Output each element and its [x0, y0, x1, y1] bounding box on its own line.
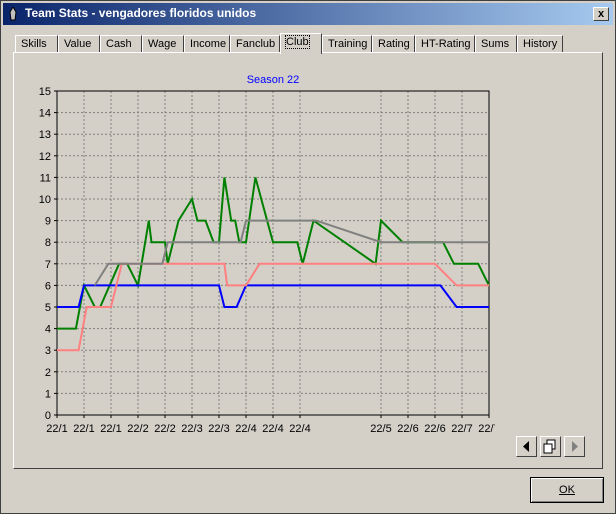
x-axis-label: Season/Week: [239, 436, 308, 437]
tab-label: Fanclub: [236, 38, 276, 50]
x-tick-label: 22/6: [424, 423, 445, 435]
app-icon: [9, 7, 17, 21]
tab-sums[interactable]: Sums: [475, 35, 517, 53]
y-tick-label: 15: [39, 86, 51, 98]
y-tick-label: 9: [45, 216, 51, 228]
x-tick-label: 22/3: [181, 423, 202, 435]
tab-skills[interactable]: Skills: [15, 35, 58, 53]
tab-training[interactable]: Training: [322, 35, 372, 53]
tab-wage[interactable]: Wage: [142, 35, 184, 53]
tab-rating[interactable]: Rating: [372, 35, 415, 53]
title-bar: Team Stats - vengadores floridos unidos …: [3, 3, 613, 25]
x-tick-label: 22/7: [478, 423, 495, 435]
y-tick-label: 1: [45, 388, 51, 400]
tab-income[interactable]: Income: [184, 35, 230, 53]
tab-label: HT-Rating: [421, 38, 471, 50]
x-tick-label: 22/3: [208, 423, 229, 435]
tab-value[interactable]: Value: [58, 35, 100, 53]
tab-label: Club: [285, 35, 310, 49]
y-tick-label: 6: [45, 280, 51, 292]
y-tick-label: 10: [39, 194, 51, 206]
y-tick-label: 8: [45, 237, 51, 249]
y-tick-label: 0: [45, 410, 51, 422]
chart-title: Season 22: [247, 74, 300, 86]
window-title: Team Stats - vengadores floridos unidos: [25, 6, 257, 20]
x-tick-label: 22/2: [154, 423, 175, 435]
copy-icon: [543, 439, 556, 454]
x-tick-label: 22/1: [100, 423, 121, 435]
x-tick-label: 22/4: [262, 423, 283, 435]
y-tick-label: 14: [39, 108, 51, 120]
tab-fanclub[interactable]: Fanclub: [230, 35, 280, 53]
tab-label: Skills: [21, 38, 47, 50]
previous-button[interactable]: [516, 436, 537, 457]
tab-label: Cash: [106, 38, 132, 50]
ok-label: OK: [559, 484, 575, 496]
tab-club[interactable]: Club: [280, 33, 322, 54]
copy-button[interactable]: [540, 436, 561, 457]
tab-label: Value: [64, 38, 92, 50]
team-stats-window: Team Stats - vengadores floridos unidos …: [0, 0, 616, 514]
x-tick-label: 22/4: [289, 423, 310, 435]
next-button[interactable]: [564, 436, 585, 457]
arrow-left-icon: [523, 441, 529, 452]
tab-cash[interactable]: Cash: [100, 35, 142, 53]
y-tick-label: 2: [45, 367, 51, 379]
y-tick-label: 11: [40, 172, 51, 184]
ok-button[interactable]: OK: [530, 477, 604, 503]
x-tick-label: 22/7: [451, 423, 472, 435]
x-tick-label: 22/1: [73, 423, 94, 435]
y-tick-label: 13: [39, 129, 51, 141]
club-chart: 012345678910111213141522/1 22/1 22/1 22/2 22…: [39, 74, 495, 437]
x-tick-label: 22/4: [235, 423, 256, 435]
x-tick-label: 22/1: [46, 423, 67, 435]
x-tick-label: 22/6: [397, 423, 418, 435]
tab-bar: Skills Value Cash Wage Income Fanclub Club Trai…: [15, 33, 595, 54]
x-tick-label: 22/5: [370, 423, 391, 435]
y-tick-label: 12: [39, 151, 51, 163]
tab-label: Sums: [481, 38, 510, 50]
tab-label: Training: [328, 38, 368, 50]
tab-label: Rating: [378, 38, 410, 50]
tab-ht-rating[interactable]: HT-Rating: [415, 35, 475, 53]
close-button[interactable]: x: [593, 7, 609, 21]
y-tick-label: 5: [45, 302, 51, 314]
tab-label: Income: [190, 38, 227, 50]
tab-label: History: [523, 38, 558, 50]
y-tick-label: 4: [45, 324, 51, 336]
y-tick-label: 3: [45, 345, 51, 357]
tab-label: Wage: [148, 38, 177, 50]
y-tick-label: 7: [45, 259, 51, 271]
tab-history[interactable]: History: [517, 35, 563, 53]
x-tick-label: 22/2: [127, 423, 148, 435]
arrow-right-icon: [572, 441, 578, 452]
